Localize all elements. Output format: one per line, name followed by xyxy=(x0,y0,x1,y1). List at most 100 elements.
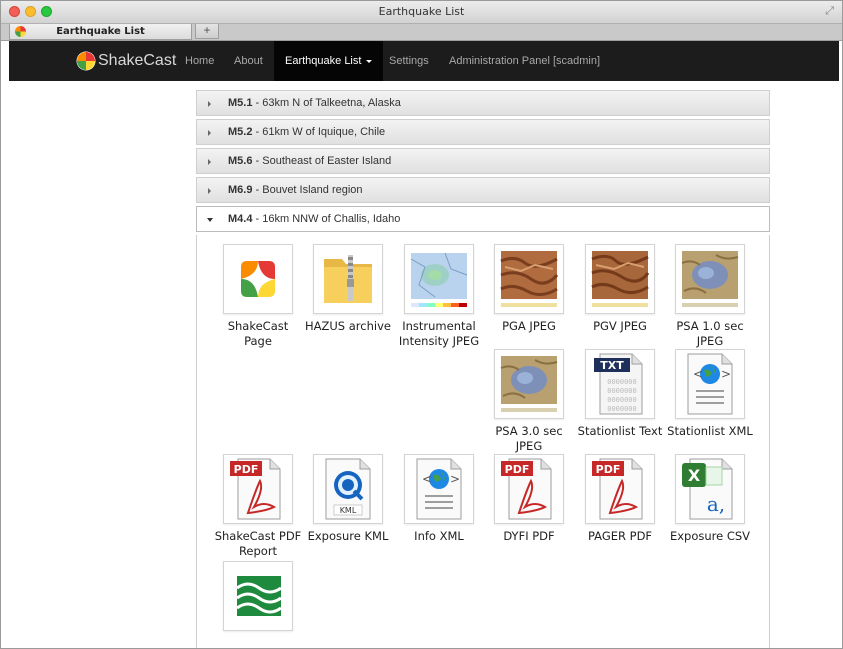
brand-name: ShakeCast xyxy=(98,52,177,69)
intensity-map-icon xyxy=(404,244,474,314)
xml-file-icon: < > xyxy=(675,349,745,419)
close-window-button[interactable] xyxy=(9,6,20,17)
nav-earthquake-list-label: Earthquake List xyxy=(285,55,362,67)
xml-right-bracket: > xyxy=(450,472,460,486)
shakecast-logo-icon xyxy=(223,244,293,314)
product-label: Exposure KML xyxy=(307,529,389,543)
csv-a-text: a, xyxy=(707,492,725,516)
product-label: PGV JPEG xyxy=(593,319,647,333)
pdf-file-icon: PDF xyxy=(585,454,655,524)
nav-settings[interactable]: Settings xyxy=(389,41,429,81)
product-pga-jpeg[interactable]: PGA JPEG xyxy=(484,244,574,334)
product-info-xml[interactable]: < > Info XML xyxy=(394,454,484,544)
txt-badge-text: TXT xyxy=(600,359,624,372)
product-label: PSA 3.0 sec JPEG xyxy=(495,424,563,453)
pdf-badge-text: PDF xyxy=(505,463,530,476)
product-label: PSA 1.0 sec JPEG xyxy=(676,319,744,348)
product-label: PAGER PDF xyxy=(587,529,653,543)
pdf-badge-text: PDF xyxy=(596,463,621,476)
svg-text:0000000: 0000000 xyxy=(607,405,637,413)
product-label: ShakeCast PDF Report xyxy=(214,529,302,558)
product-pager-pdf[interactable]: PDF PAGER PDF xyxy=(575,454,665,544)
psa-map-icon xyxy=(494,349,564,419)
product-hazus-archive[interactable]: HAZUS archive xyxy=(303,244,393,334)
product-stationlist-xml[interactable]: < > Stationlist XML xyxy=(665,349,755,439)
excel-file-icon: X a, xyxy=(675,454,745,524)
dropdown-caret-icon xyxy=(366,59,373,63)
shakecast-logo-icon xyxy=(76,51,96,71)
product-dyfi-pdf[interactable]: PDF DYFI PDF xyxy=(484,454,574,544)
shakecast-favicon-icon xyxy=(15,26,26,37)
product-stationlist-text[interactable]: TXT 0000000 0000000 0000000 0000000 Stat… xyxy=(575,349,665,439)
pgv-map-icon xyxy=(585,244,655,314)
earthquake-location: - 16km NNW of Challis, Idaho xyxy=(252,213,401,225)
xml-file-icon: < > xyxy=(404,454,474,524)
product-label: HAZUS archive xyxy=(305,319,391,333)
caret-down-icon xyxy=(207,218,213,222)
excel-x-text: X xyxy=(688,466,701,485)
nav-home[interactable]: Home xyxy=(185,41,214,81)
zoom-window-button[interactable] xyxy=(41,6,52,17)
product-shakecast-page[interactable]: ShakeCast Page xyxy=(213,244,303,349)
product-exposure-kml[interactable]: KML Exposure KML xyxy=(303,454,393,544)
earthquake-magnitude: M6.9 xyxy=(228,184,253,196)
fullscreen-icon[interactable]: ⤢ xyxy=(825,5,834,18)
earthquake-row[interactable]: M6.9 - Bouvet Island region xyxy=(196,177,770,203)
psa-map-icon xyxy=(675,244,745,314)
nav-administration-panel[interactable]: Administration Panel [scadmin] xyxy=(449,41,600,81)
product-psa-3-0-sec-jpeg[interactable]: PSA 3.0 sec JPEG xyxy=(484,349,574,454)
xml-left-bracket: < xyxy=(693,367,703,381)
earthquake-row[interactable]: M5.6 - Southeast of Easter Island xyxy=(196,148,770,174)
product-exposure-csv[interactable]: X a, Exposure CSV xyxy=(665,454,755,544)
txt-file-icon: TXT 0000000 0000000 0000000 0000000 xyxy=(585,349,655,419)
product-panel: ShakeCast Page HAZUS archive Instrumenta… xyxy=(196,235,770,648)
nav-earthquake-list[interactable]: Earthquake List xyxy=(274,41,384,81)
product-label: Stationlist XML xyxy=(667,424,753,438)
product-label: Instrumental Intensity JPEG xyxy=(398,319,480,348)
product-green-wave[interactable] xyxy=(213,561,303,631)
navbar: ShakeCast Home About Earthquake List Set… xyxy=(9,41,839,81)
caret-right-icon xyxy=(208,159,211,165)
pga-map-icon xyxy=(494,244,564,314)
product-label: Exposure CSV xyxy=(669,529,751,543)
product-label: PGA JPEG xyxy=(502,319,556,333)
earthquake-location: - Southeast of Easter Island xyxy=(252,155,392,167)
xml-right-bracket: > xyxy=(721,367,731,381)
svg-text:0000000: 0000000 xyxy=(607,387,637,395)
earthquake-location: - 61km W of Iquique, Chile xyxy=(252,126,386,138)
product-shakecast-pdf-report[interactable]: PDF ShakeCast PDF Report xyxy=(213,454,303,559)
svg-text:0000000: 0000000 xyxy=(607,396,637,404)
pdf-file-icon: PDF xyxy=(223,454,293,524)
pdf-file-icon: PDF xyxy=(494,454,564,524)
earthquake-row[interactable]: M5.1 - 63km N of Talkeetna, Alaska xyxy=(196,90,770,116)
earthquake-magnitude: M5.2 xyxy=(228,126,253,138)
tab-earthquake-list[interactable]: Earthquake List xyxy=(9,24,192,40)
green-wave-logo-icon xyxy=(223,561,293,631)
title-bar: Earthquake List ⤢ xyxy=(1,1,842,24)
caret-right-icon xyxy=(208,101,211,107)
kml-badge-text: KML xyxy=(340,506,357,515)
product-label: DYFI PDF xyxy=(503,529,555,543)
product-instrumental-intensity-jpeg[interactable]: Instrumental Intensity JPEG xyxy=(394,244,484,349)
pdf-badge-text: PDF xyxy=(234,463,259,476)
new-tab-button[interactable]: + xyxy=(195,24,219,39)
product-label: ShakeCast Page xyxy=(227,319,289,348)
earthquake-accordion: M5.1 - 63km N of Talkeetna, Alaska M5.2 … xyxy=(196,90,770,648)
earthquake-magnitude: M5.1 xyxy=(228,97,253,109)
product-label: Stationlist Text xyxy=(577,424,663,438)
browser-window: Earthquake List ⤢ Earthquake List + Shak… xyxy=(0,0,843,649)
nav-about[interactable]: About xyxy=(234,41,263,81)
earthquake-magnitude: M4.4 xyxy=(228,213,253,225)
svg-text:0000000: 0000000 xyxy=(607,378,637,386)
product-pgv-jpeg[interactable]: PGV JPEG xyxy=(575,244,665,334)
window-title: Earthquake List xyxy=(378,5,465,18)
earthquake-magnitude: M5.6 xyxy=(228,155,253,167)
earthquake-location: - Bouvet Island region xyxy=(252,184,363,196)
minimize-window-button[interactable] xyxy=(25,6,36,17)
product-psa-1-0-sec-jpeg[interactable]: PSA 1.0 sec JPEG xyxy=(665,244,755,349)
tab-label: Earthquake List xyxy=(56,26,145,37)
earthquake-row[interactable]: M5.2 - 61km W of Iquique, Chile xyxy=(196,119,770,145)
earthquake-row-expanded[interactable]: M4.4 - 16km NNW of Challis, Idaho xyxy=(196,206,770,232)
zip-folder-icon xyxy=(313,244,383,314)
xml-left-bracket: < xyxy=(422,472,432,486)
